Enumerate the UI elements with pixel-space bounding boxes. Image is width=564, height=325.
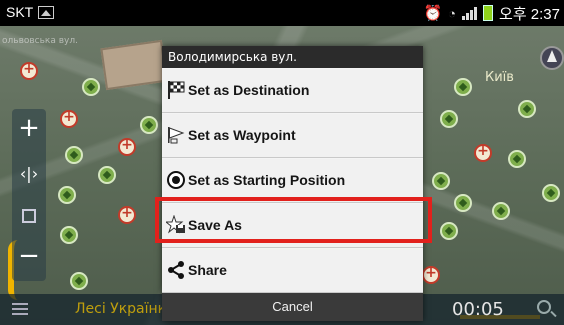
poi-icon[interactable] [65, 146, 83, 164]
poi-icon[interactable] [440, 110, 458, 128]
poi-icon[interactable] [518, 100, 536, 118]
alarm-icon: ⏰ [423, 5, 443, 22]
poi-icon[interactable] [60, 226, 78, 244]
rotate-icon[interactable]: ‹|› [12, 157, 46, 191]
hospital-poi-icon[interactable] [20, 61, 38, 80]
hospital-poi-icon[interactable] [118, 137, 136, 156]
context-menu-dialog: Володимирська вул. Set as Destination Se… [162, 46, 423, 321]
poi-icon[interactable] [542, 184, 560, 202]
poi-icon[interactable] [454, 78, 472, 96]
hospital-poi-icon[interactable] [60, 109, 78, 128]
eta-time: 00:05 [452, 299, 504, 320]
dialog-title: Володимирська вул. [162, 46, 423, 68]
cancel-button[interactable]: Cancel [162, 293, 423, 321]
poi-icon[interactable] [508, 150, 526, 168]
battery-icon [483, 5, 494, 21]
share-icon [168, 261, 184, 279]
image-icon [38, 6, 54, 19]
status-bar: SKT ⏰ ◔ 오후 2:37 [0, 0, 564, 26]
clock: 오후 2:37 [499, 5, 560, 23]
status-icons: ⏰ ◔ 오후 2:37 [423, 3, 560, 23]
poi-icon[interactable] [70, 272, 88, 290]
wifi-icon: ◔ [448, 5, 457, 21]
signal-icon [462, 6, 478, 20]
poi-icon[interactable] [98, 166, 116, 184]
hospital-poi-icon[interactable] [422, 265, 440, 284]
map-building [100, 39, 168, 91]
set-destination-label: Set as Destination [188, 82, 310, 98]
checkered-flag-icon [168, 81, 185, 99]
menu-icon[interactable] [12, 303, 28, 315]
poi-icon[interactable] [432, 172, 450, 190]
poi-icon[interactable] [140, 116, 158, 134]
current-street-label: Лесі Українк [75, 301, 167, 317]
waypoint-flag-icon [168, 127, 185, 144]
map-road-label: ольвовська вул. [2, 36, 78, 46]
poi-icon[interactable] [454, 194, 472, 212]
zoom-out-button[interactable]: − [12, 241, 46, 275]
map-city-label: Київ [485, 70, 514, 85]
location-pin-icon [167, 171, 185, 189]
highlight-annotation [155, 197, 432, 243]
set-waypoint-button[interactable]: Set as Waypoint [162, 114, 423, 158]
compass-icon[interactable] [540, 46, 564, 70]
poi-icon[interactable] [82, 78, 100, 96]
hospital-poi-icon[interactable] [474, 143, 492, 162]
set-destination-button[interactable]: Set as Destination [162, 69, 423, 113]
hospital-poi-icon[interactable] [118, 205, 136, 224]
map-controls: + ‹|› − [12, 109, 46, 281]
set-waypoint-label: Set as Waypoint [188, 127, 296, 143]
poi-icon[interactable] [492, 202, 510, 220]
view-mode-button[interactable] [12, 199, 46, 233]
poi-icon[interactable] [58, 186, 76, 204]
zoom-in-button[interactable]: + [12, 113, 46, 147]
poi-icon[interactable] [440, 222, 458, 240]
share-label: Share [188, 262, 227, 278]
set-starting-position-label: Set as Starting Position [188, 172, 346, 188]
carrier-label: SKT [6, 4, 34, 20]
share-button[interactable]: Share [162, 249, 423, 293]
search-icon[interactable] [537, 300, 551, 314]
